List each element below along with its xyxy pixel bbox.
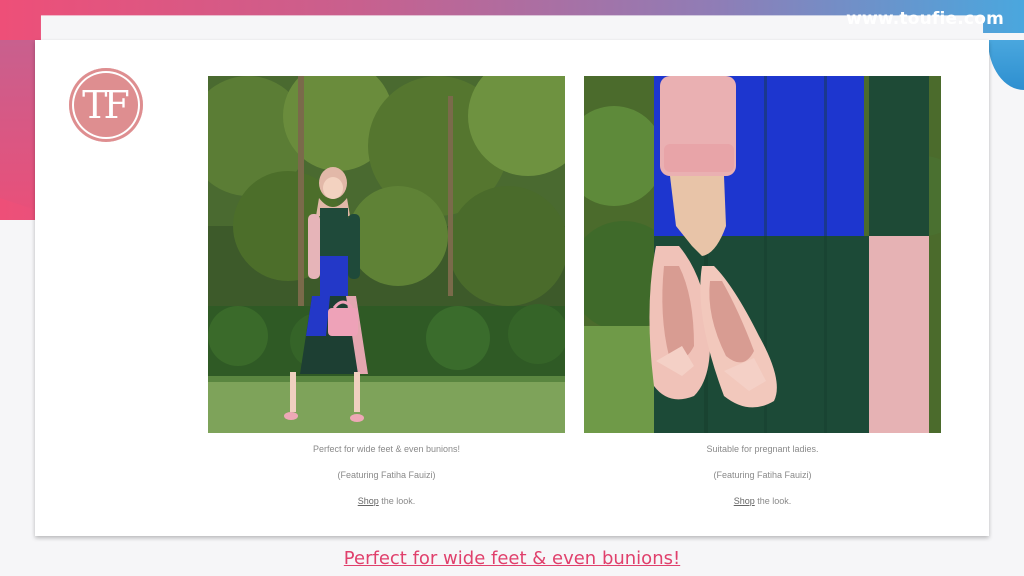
shop-link[interactable]: Shop [358,496,379,506]
bottom-caption-link[interactable]: Perfect for wide feet & even bunions! [344,548,680,569]
bottom-caption: Perfect for wide feet & even bunions! [0,548,1024,569]
shoes-photo-illustration [584,76,941,433]
featuring-text: (Featuring Fatiha Fauizi) [713,470,812,480]
left-decorative-swoosh [0,40,36,210]
product-caption-right: Suitable for pregnant ladies. (Featuring… [584,444,941,522]
shop-line: Shop the look. [208,496,565,507]
shop-suffix: the look. [754,496,792,506]
shop-link[interactable]: Shop [734,496,755,506]
right-decorative-swoosh [988,40,1024,90]
caption-text: Suitable for pregnant ladies. [706,444,819,454]
caption-text: Perfect for wide feet & even bunions! [312,444,461,454]
garden-photo-illustration [208,76,565,433]
shop-line: Shop the look. [584,496,941,507]
logo-monogram: TF [82,83,130,127]
product-caption-left: Perfect for wide feet & even bunions! (F… [208,444,565,522]
featuring-text: (Featuring Fatiha Fauizi) [337,470,436,480]
toufie-logo[interactable]: TF [69,68,143,142]
content-card: TF Perfect for wide feet & even bunions!… [35,40,989,536]
product-photo-full-outfit[interactable] [208,76,565,433]
shop-suffix: the look. [378,496,416,506]
site-url-link[interactable]: www.toufie.com [846,9,1004,29]
product-photo-shoes-closeup[interactable] [584,76,941,433]
